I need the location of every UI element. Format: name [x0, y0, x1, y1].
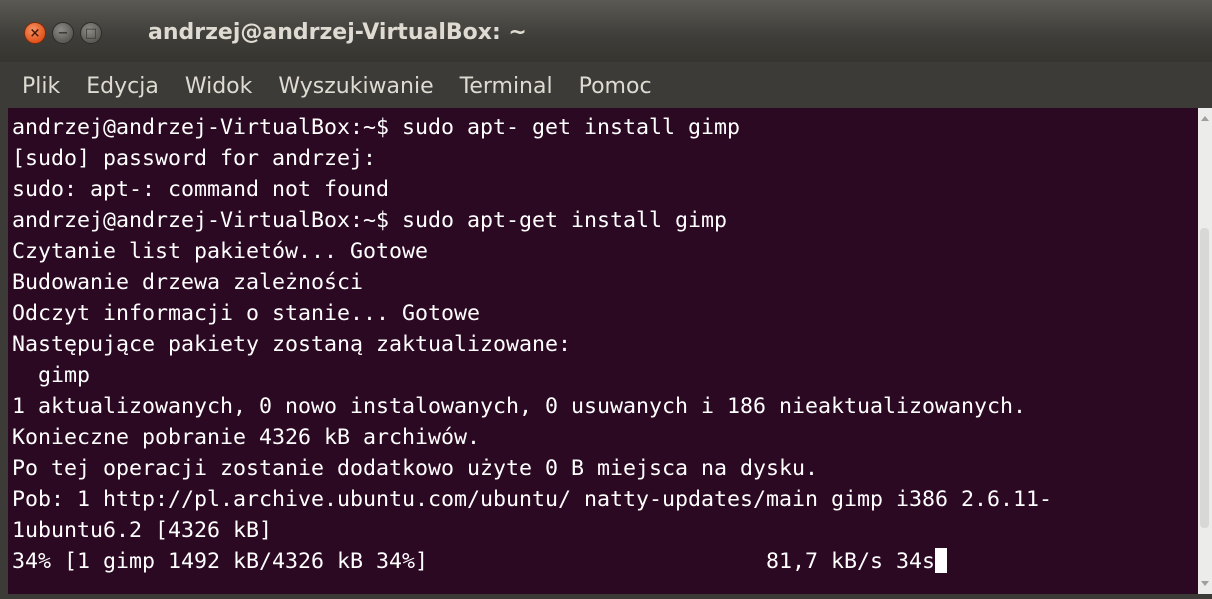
- terminal-line: [sudo] password for andrzej:: [12, 146, 377, 171]
- terminal-line: 1ubuntu6.2 [4326 kB]: [12, 518, 273, 543]
- terminal-line: Następujące pakiety zostaną zaktualizowa…: [12, 332, 572, 357]
- progress-text: 34% [1 gimp 1492 kB/4326 kB 34%] 81,7 kB…: [12, 549, 936, 574]
- terminal-line: Konieczne pobranie 4326 kB archiwów.: [12, 425, 481, 450]
- terminal-progress-line: 34% [1 gimp 1492 kB/4326 kB 34%] 81,7 kB…: [12, 546, 1052, 577]
- minimize-icon[interactable]: −: [52, 22, 74, 44]
- terminal-window: × − □ andrzej@andrzej-VirtualBox: ~ Plik…: [0, 0, 1212, 599]
- terminal-line: 1 aktualizowanych, 0 nowo instalowanych,…: [12, 394, 1027, 419]
- terminal-line: andrzej@andrzej-VirtualBox:~$ sudo apt-g…: [12, 208, 728, 233]
- menu-item-plik[interactable]: Plik: [0, 74, 72, 99]
- close-icon[interactable]: ×: [24, 22, 46, 44]
- window-controls: × − □: [24, 22, 102, 44]
- window-bottom-border: [0, 594, 1212, 599]
- terminal-lines: andrzej@andrzej-VirtualBox:~$ sudo apt- …: [12, 112, 1052, 577]
- menu-item-pomoc[interactable]: Pomoc: [565, 74, 664, 99]
- terminal-line: andrzej@andrzej-VirtualBox:~$ sudo apt- …: [12, 115, 741, 140]
- menu-item-terminal[interactable]: Terminal: [446, 74, 565, 99]
- terminal-line: sudo: apt-: command not found: [12, 177, 390, 202]
- menu-item-widok[interactable]: Widok: [171, 74, 265, 99]
- terminal-line: Po tej operacji zostanie dodatkowo użyte…: [12, 456, 819, 481]
- scroll-up-icon[interactable]: [1201, 116, 1209, 121]
- window-title: andrzej@andrzej-VirtualBox: ~: [148, 20, 527, 45]
- vertical-scrollbar[interactable]: [1198, 108, 1212, 594]
- menu-item-wyszukiwanie[interactable]: Wyszukiwanie: [264, 74, 445, 99]
- terminal-line: Odczyt informacji o stanie... Gotowe: [12, 301, 481, 326]
- scroll-down-icon[interactable]: [1201, 581, 1209, 586]
- terminal-line: Pob: 1 http://pl.archive.ubuntu.com/ubun…: [12, 487, 1053, 512]
- terminal-line: Budowanie drzewa zależności: [12, 270, 364, 295]
- menu-item-edycja[interactable]: Edycja: [72, 74, 171, 99]
- terminal-output[interactable]: andrzej@andrzej-VirtualBox:~$ sudo apt- …: [8, 108, 1198, 594]
- scroll-thumb[interactable]: [1200, 228, 1209, 528]
- terminal-line: gimp: [12, 363, 91, 388]
- text-cursor: [935, 548, 948, 573]
- minimize-glyph: −: [57, 25, 69, 41]
- title-bar[interactable]: × − □ andrzej@andrzej-VirtualBox: ~: [0, 0, 1212, 62]
- close-glyph: ×: [29, 25, 41, 41]
- maximize-icon[interactable]: □: [80, 22, 102, 44]
- terminal-line: Czytanie list pakietów... Gotowe: [12, 239, 429, 264]
- menu-bar: Plik Edycja Widok Wyszukiwanie Terminal …: [0, 62, 1212, 108]
- maximize-glyph: □: [84, 25, 98, 41]
